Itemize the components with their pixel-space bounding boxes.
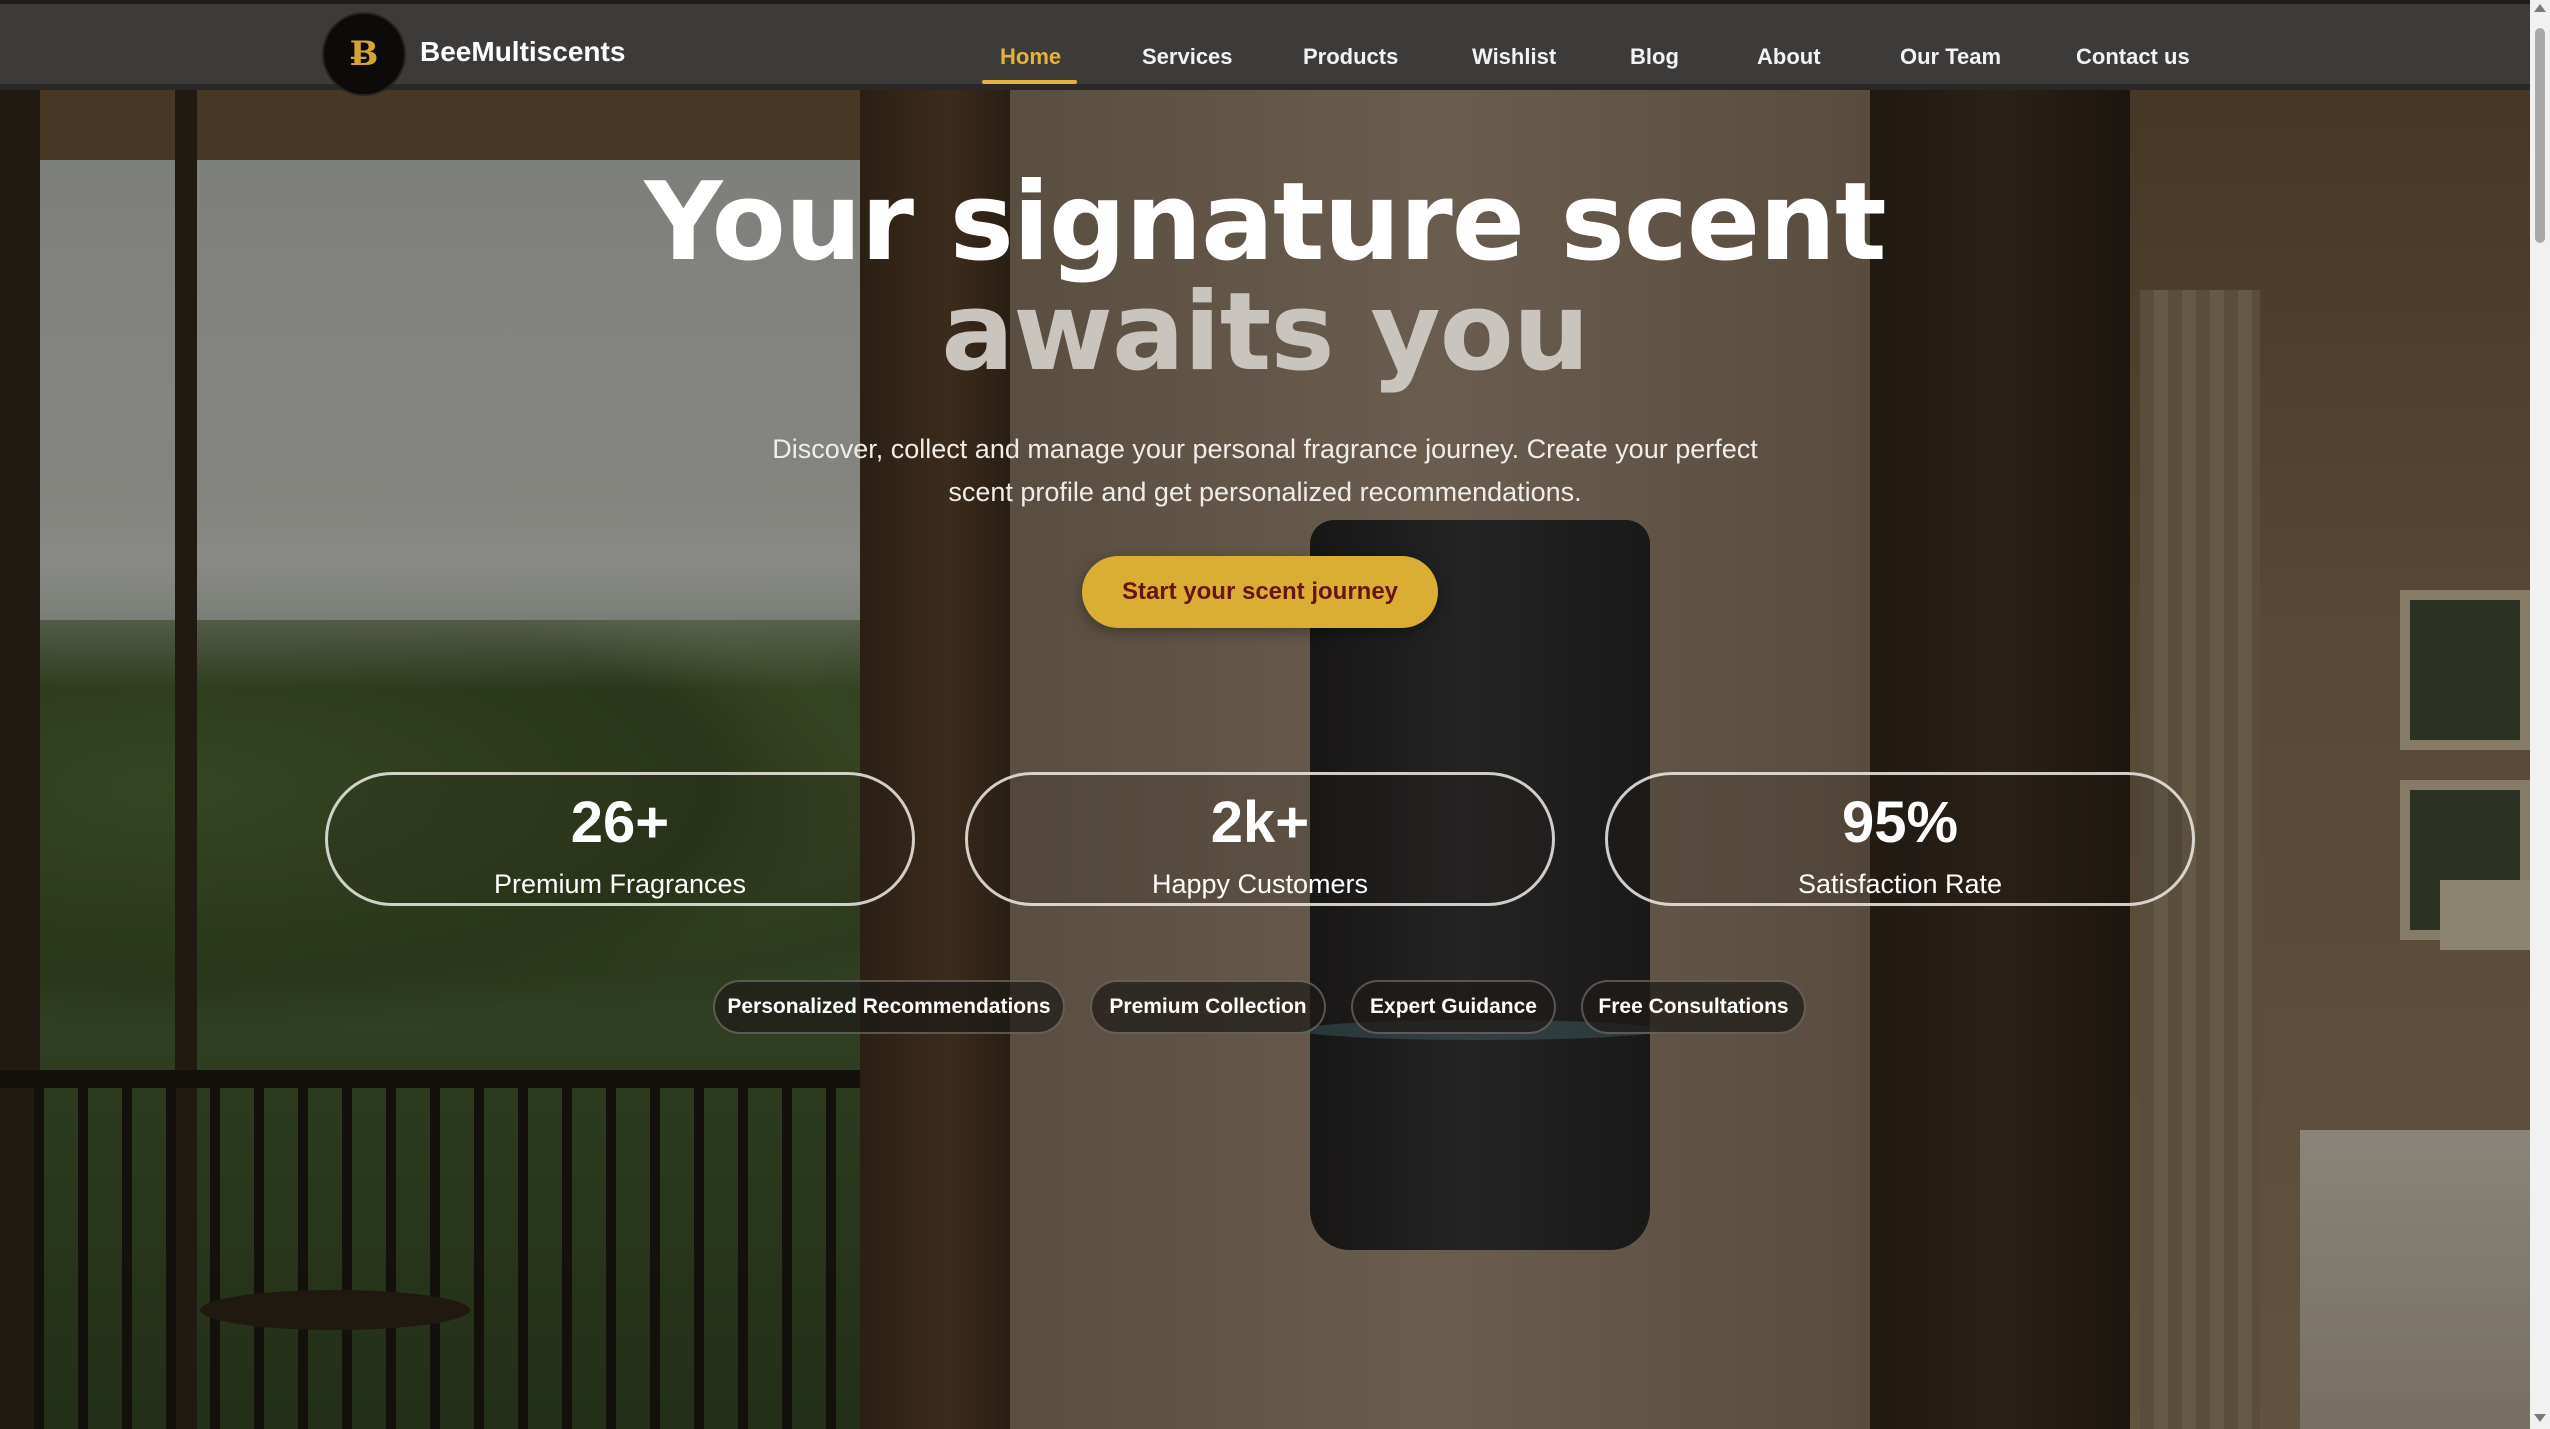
feature-pill-consultations: Free Consultations [1581, 980, 1806, 1034]
stat-value: 95% [1841, 790, 1959, 855]
logo-monogram-icon: Ƀ [349, 34, 379, 74]
stat-label: Premium Fragrances [493, 869, 747, 899]
nav-home[interactable]: Home [1000, 44, 1061, 70]
feature-pill-personalized: Personalized Recommendations [713, 980, 1065, 1034]
scroll-up-arrow-icon[interactable] [2534, 4, 2546, 12]
hero-subtitle: Discover, collect and manage your person… [772, 434, 1758, 507]
nav-our-team[interactable]: Our Team [1900, 44, 2001, 70]
nav-services[interactable]: Services [1142, 44, 1233, 70]
stat-card-customers: 2k+ Happy Customers [965, 772, 1555, 906]
start-scent-journey-button[interactable]: Start your scent journey [1082, 556, 1438, 628]
stat-card-satisfaction: 95% Satisfaction Rate [1605, 772, 2195, 906]
feature-pill-expert: Expert Guidance [1351, 980, 1556, 1034]
stat-value: 2k+ [1210, 790, 1310, 855]
nav-blog[interactable]: Blog [1630, 44, 1679, 70]
scroll-thumb[interactable] [2535, 28, 2545, 243]
nav-wishlist[interactable]: Wishlist [1472, 44, 1556, 70]
hero-title-line2: awaits you [941, 270, 1590, 395]
page-scrollbar[interactable] [2530, 0, 2550, 1429]
navbar: Ƀ BeeMultiscents Home Services Products … [0, 0, 2530, 96]
feature-pill-premium: Premium Collection [1090, 980, 1326, 1034]
stat-label: Happy Customers [1151, 869, 1369, 899]
stat-value: 26+ [570, 790, 670, 855]
hero-title-line1: Your signature scent [644, 160, 1886, 285]
bee-logo-icon[interactable]: Ƀ [322, 12, 406, 96]
stat-card-fragrances: 26+ Premium Fragrances [325, 772, 915, 906]
nav-active-indicator [982, 80, 1077, 84]
stat-label: Satisfaction Rate [1797, 869, 2003, 899]
brand-name[interactable]: BeeMultiscents [420, 36, 625, 68]
scroll-down-arrow-icon[interactable] [2534, 1414, 2546, 1422]
nav-contact-us[interactable]: Contact us [2076, 44, 2190, 70]
nav-products[interactable]: Products [1303, 44, 1398, 70]
nav-about[interactable]: About [1757, 44, 1821, 70]
